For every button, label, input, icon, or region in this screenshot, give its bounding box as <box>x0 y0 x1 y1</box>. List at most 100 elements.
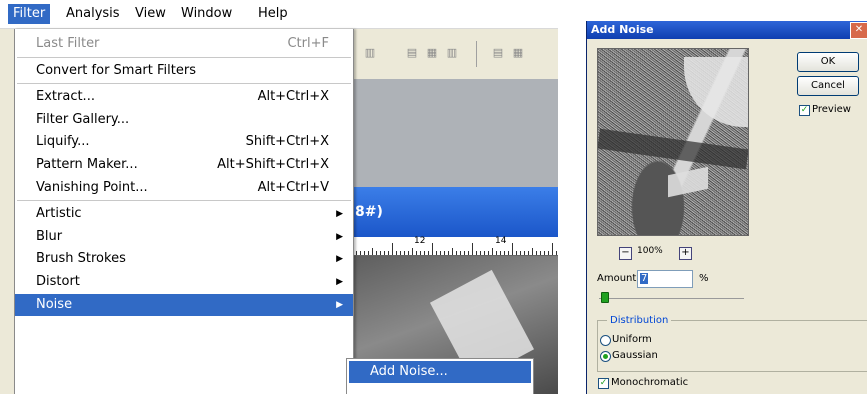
amount-input[interactable]: 7 <box>637 270 693 288</box>
menu-item-last-filter[interactable]: Last Filter Ctrl+F <box>15 33 353 55</box>
gaussian-label: Gaussian <box>612 350 658 361</box>
menu-item-artistic[interactable]: Artistic ▶ <box>15 203 353 225</box>
ruler-tick <box>380 251 381 255</box>
toolbar-separator <box>476 41 477 67</box>
menu-window[interactable]: Window <box>176 4 237 24</box>
align-center-icon[interactable]: ▦ <box>424 45 440 61</box>
distribution-group <box>597 320 867 372</box>
ruler-tick <box>472 243 473 255</box>
menu-item-brush-strokes[interactable]: Brush Strokes ▶ <box>15 248 353 270</box>
menu-item-label: Pattern Maker... <box>36 157 138 172</box>
submenu-arrow-icon: ▶ <box>336 277 343 287</box>
submenu-arrow-icon: ▶ <box>336 231 343 242</box>
amount-slider-track[interactable] <box>599 298 744 299</box>
menu-item-add-noise[interactable]: Add Noise... <box>349 361 531 383</box>
distribute-left-icon[interactable]: ▥ <box>362 45 378 61</box>
submenu-arrow-icon: ▶ <box>336 299 343 310</box>
submenu-arrow-icon: ▶ <box>336 209 343 220</box>
document-title: 8#) <box>355 204 383 220</box>
ruler-label: 14 <box>495 236 507 246</box>
distribute-top-icon[interactable]: ▤ <box>490 45 506 61</box>
ruler-tick <box>552 243 553 255</box>
menu-help[interactable]: Help <box>253 4 293 24</box>
ruler-tick <box>432 243 433 255</box>
ruler-tick <box>420 251 421 255</box>
menu-filter[interactable]: Filter <box>8 4 51 24</box>
uniform-radio[interactable] <box>600 335 611 346</box>
distribute-center-icon[interactable]: ▦ <box>510 45 526 61</box>
menu-item-noise[interactable]: Noise ▶ <box>15 293 353 316</box>
monochromatic-label: Monochromatic <box>611 377 689 388</box>
ruler-tick <box>484 251 485 255</box>
ruler-tick <box>512 243 513 255</box>
ok-button[interactable]: OK <box>797 52 859 72</box>
ruler-tick <box>516 251 517 255</box>
amount-label: Amount: <box>597 273 640 284</box>
menu-item-label: Extract... <box>36 89 95 105</box>
menu-item-liquify[interactable]: Liquify... Shift+Ctrl+X <box>15 131 353 153</box>
ruler-tick <box>388 251 389 255</box>
menu-item-label: Artistic <box>36 206 82 222</box>
ruler-tick <box>360 251 361 255</box>
ruler-tick <box>364 251 365 255</box>
ruler-tick <box>384 251 385 255</box>
ruler-tick <box>556 251 557 255</box>
menu-item-shortcut: Shift+Ctrl+X <box>245 134 329 150</box>
preview-highlight <box>684 57 748 127</box>
ruler-tick <box>536 251 537 255</box>
amount-unit: % <box>699 273 709 284</box>
menu-item-label: Blur <box>36 228 63 244</box>
ruler-tick <box>368 251 369 255</box>
dialog-title-bar[interactable]: Add Noise <box>587 21 867 39</box>
menu-analysis[interactable]: Analysis <box>61 4 125 24</box>
distribution-label: Distribution <box>607 315 672 326</box>
menu-item-extract[interactable]: Extract... Alt+Ctrl+X <box>15 86 353 108</box>
menu-item-shortcut: Alt+Ctrl+V <box>257 179 329 195</box>
ruler-tick <box>436 251 437 255</box>
menu-view[interactable]: View <box>130 4 171 24</box>
uniform-label: Uniform <box>612 334 652 345</box>
menu-item-convert-for-smart-filters[interactable]: Convert for Smart Filters <box>15 60 353 82</box>
ruler-tick <box>356 251 357 255</box>
document-title-bar[interactable]: 8#) <box>352 187 558 237</box>
zoom-level: 100% <box>637 246 663 256</box>
ruler-tick <box>524 251 525 255</box>
menu-item-label: Vanishing Point... <box>36 179 148 195</box>
ruler-tick <box>396 251 397 255</box>
preview-image[interactable] <box>597 48 749 236</box>
ruler-tick <box>500 251 501 255</box>
menu-item-blur[interactable]: Blur ▶ <box>15 226 353 248</box>
ruler-tick <box>504 251 505 255</box>
menu-item-shortcut: Ctrl+F <box>287 36 329 51</box>
gaussian-radio[interactable] <box>600 351 611 362</box>
ruler-tick <box>496 251 497 255</box>
ruler-tick <box>520 251 521 255</box>
menu-item-vanishing-point[interactable]: Vanishing Point... Alt+Ctrl+V <box>15 177 353 199</box>
cancel-button[interactable]: Cancel <box>797 76 859 96</box>
ruler-tick <box>464 251 465 255</box>
align-bottom-icon[interactable]: ▤ <box>404 45 420 61</box>
menu-item-label: Liquify... <box>36 134 90 150</box>
menu-item-label: Last Filter <box>36 36 100 51</box>
ruler-tick <box>492 248 493 255</box>
ruler-tick <box>428 251 429 255</box>
ruler-tick <box>540 251 541 255</box>
menu-item-distort[interactable]: Distort ▶ <box>15 271 353 293</box>
preview-shadow <box>598 128 748 170</box>
horizontal-ruler: 12 14 <box>352 236 558 256</box>
menu-item-label: Convert for Smart Filters <box>36 62 196 78</box>
menu-separator <box>17 56 351 58</box>
amount-slider-thumb[interactable] <box>600 292 609 303</box>
zoom-in-icon[interactable]: + <box>679 247 692 260</box>
menu-item-pattern-maker[interactable]: Pattern Maker... Alt+Shift+Ctrl+X <box>15 154 353 176</box>
close-icon[interactable]: ✕ <box>850 22 867 39</box>
ruler-tick <box>508 251 509 255</box>
zoom-out-icon[interactable]: − <box>619 247 632 260</box>
menu-item-filter-gallery[interactable]: Filter Gallery... <box>15 109 353 131</box>
preview-checkbox[interactable]: ✓ <box>799 105 810 116</box>
ruler-tick <box>480 251 481 255</box>
ruler-tick <box>444 251 445 255</box>
ruler-tick <box>440 251 441 255</box>
align-right-icon[interactable]: ▥ <box>444 45 460 61</box>
monochromatic-checkbox[interactable]: ✓ <box>598 378 609 389</box>
